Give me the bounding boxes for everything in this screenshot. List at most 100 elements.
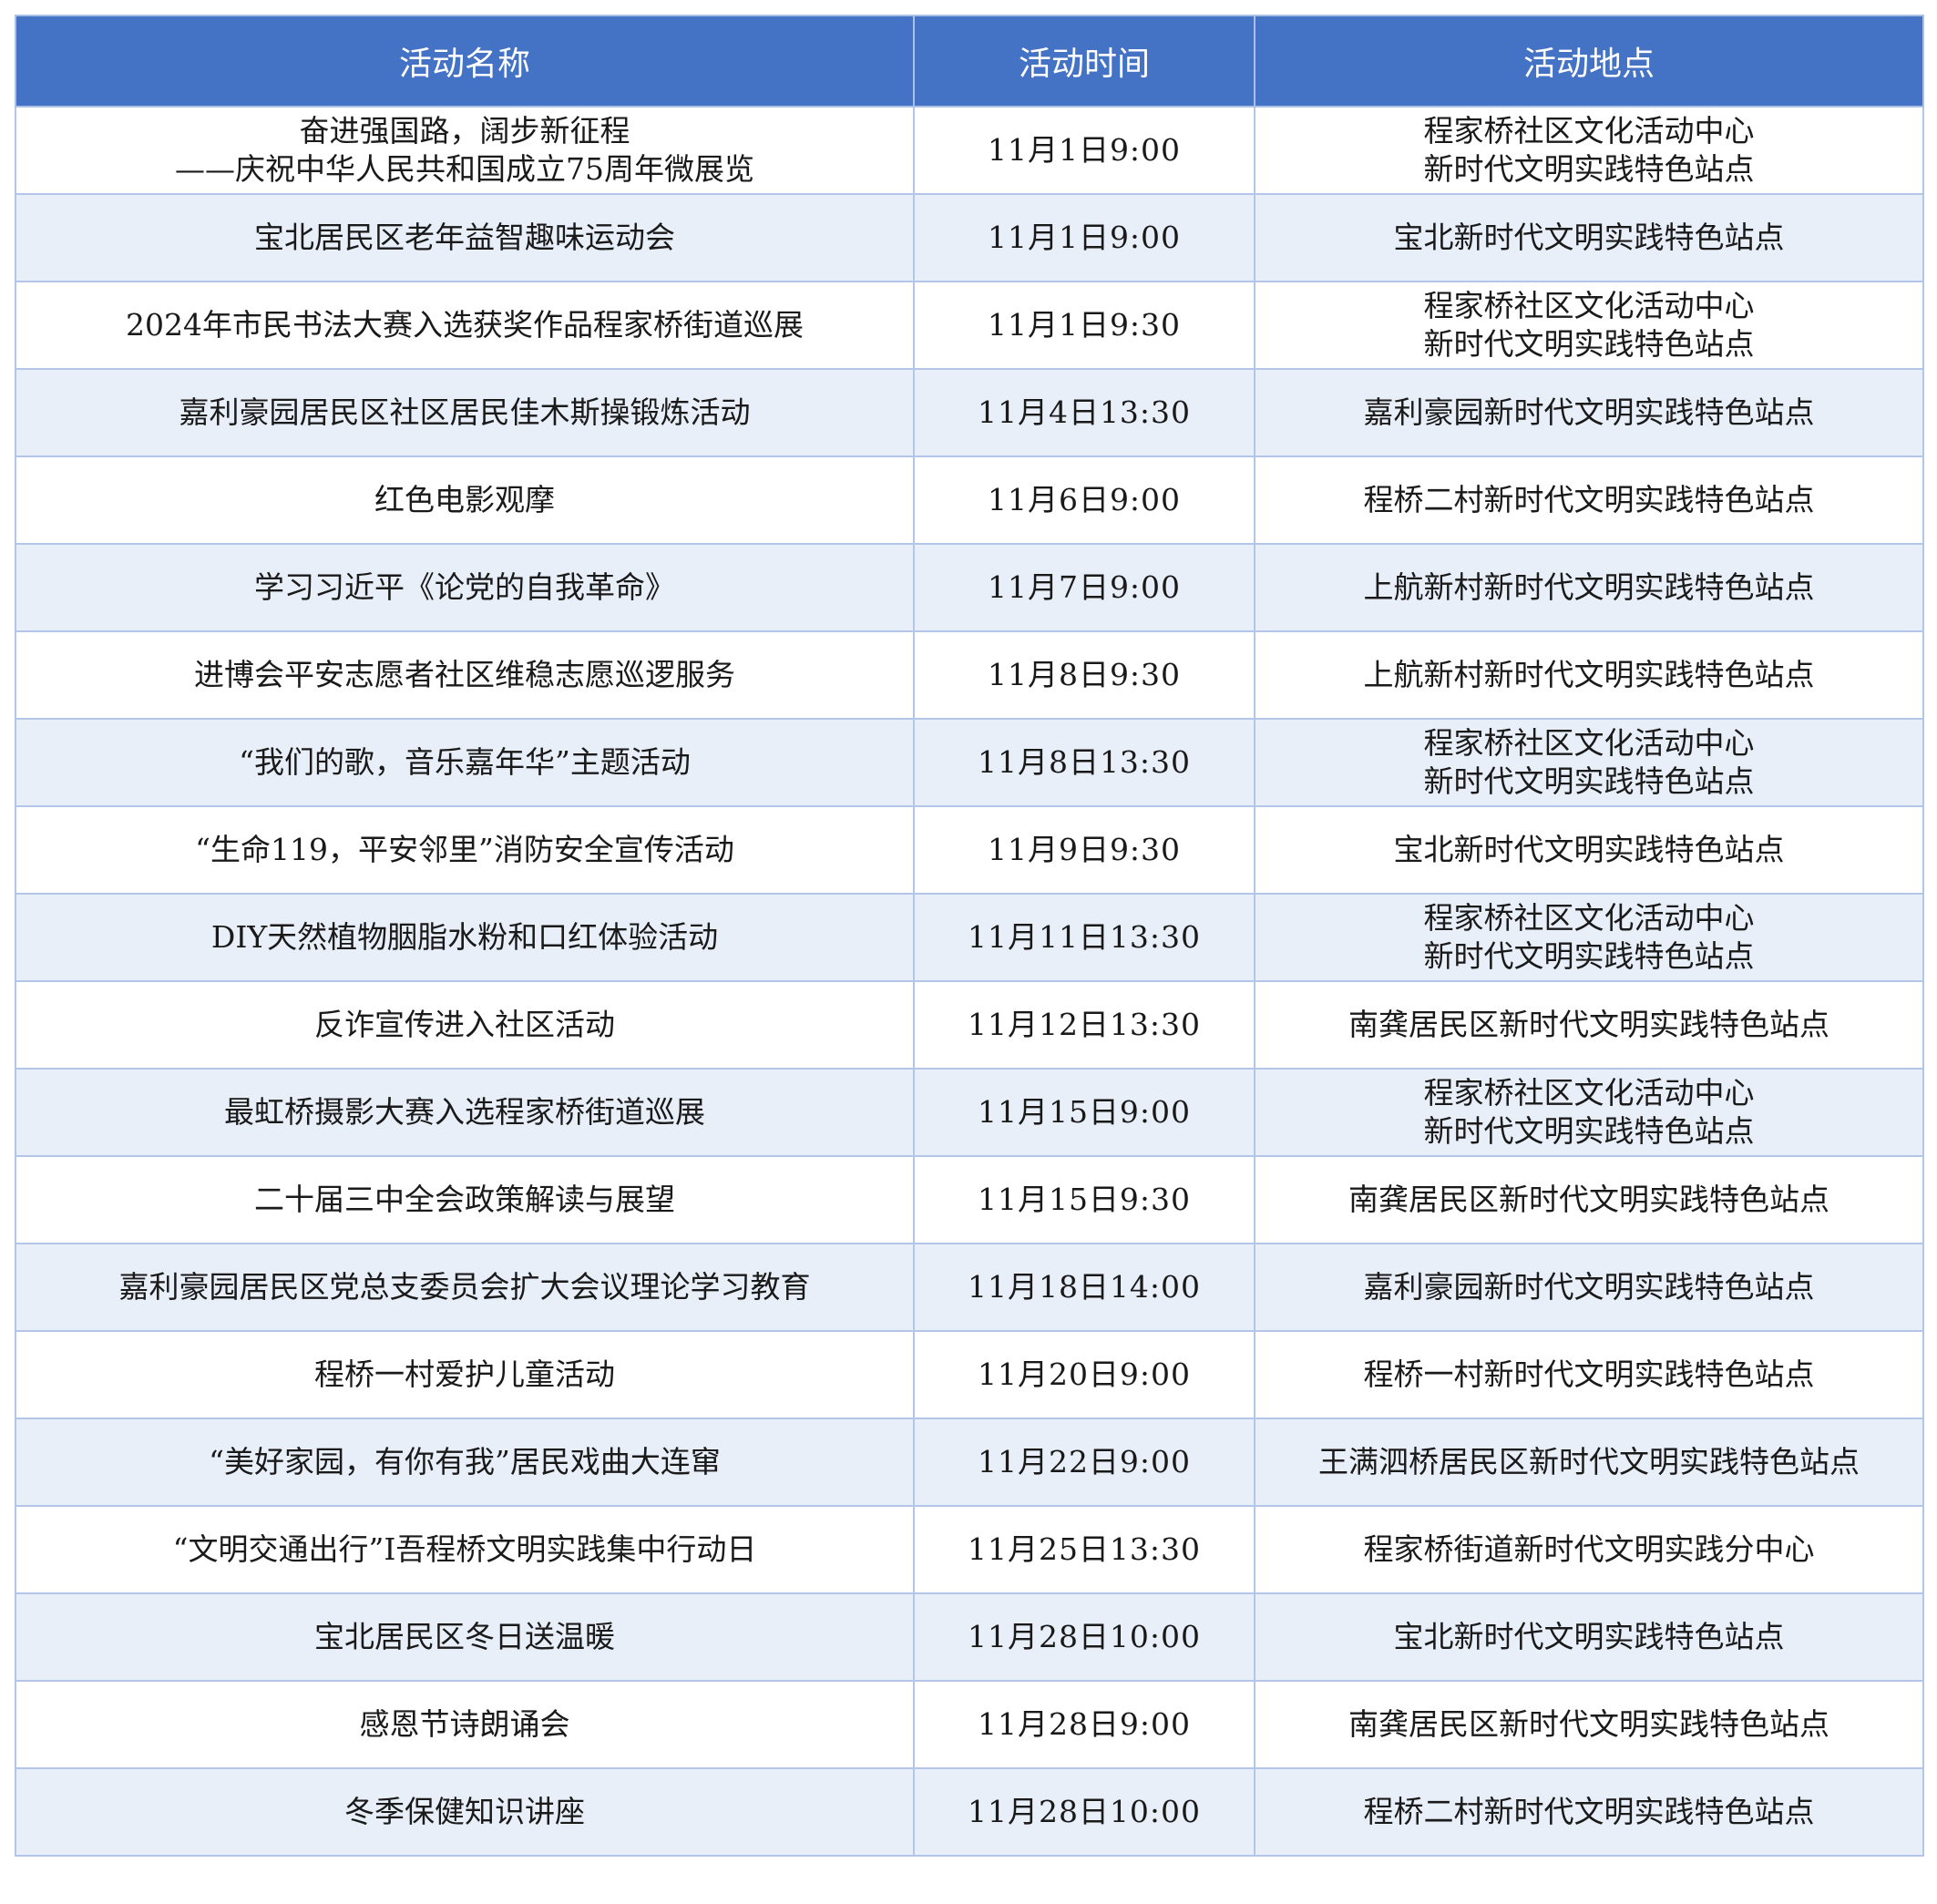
- activity-time-cell: 11月8日9:30: [913, 630, 1255, 720]
- table-row: 冬季保健知识讲座 11月28日10:00 程桥二村新时代文明实践特色站点: [15, 1767, 1924, 1857]
- activity-time-cell-text: 11月6日9:00: [987, 482, 1182, 517]
- activity-place-cell: 程桥二村新时代文明实践特色站点: [1254, 456, 1924, 545]
- activity-name-cell: 程桥一村爱护儿童活动: [15, 1330, 915, 1419]
- activity-name-cell: 红色电影观摩: [15, 456, 915, 545]
- table-body: 奋进强国路，阔步新征程 ——庆祝中华人民共和国成立75周年微展览 11月1日9:0…: [15, 106, 1924, 1857]
- activity-time-cell-text: 11月18日14:00: [967, 1269, 1202, 1305]
- activity-place-cell-text: 程家桥街道新时代文明实践分中心: [1363, 1531, 1815, 1567]
- activity-time-cell-text: 11月1日9:00: [987, 132, 1182, 168]
- activity-time-cell: 11月25日13:30: [913, 1505, 1255, 1594]
- activity-time-cell-text: 11月12日13:30: [967, 1007, 1202, 1042]
- activity-place-cell: 宝北新时代文明实践特色站点: [1254, 193, 1924, 282]
- activity-place-cell: 嘉利豪园新时代文明实践特色站点: [1254, 1243, 1924, 1332]
- activity-name-cell: 感恩节诗朗诵会: [15, 1680, 915, 1769]
- table-header: 活动名称 活动时间 活动地点: [15, 15, 1924, 107]
- table-row: “我们的歌，音乐嘉年华”主题活动 11月8日13:30 程家桥社区文化活动中心 新时…: [15, 718, 1924, 807]
- activity-name-cell: 2024年市民书法大赛入选获奖作品程家桥街道巡展: [15, 281, 915, 370]
- activity-place-cell-text: 南龚居民区新时代文明实践特色站点: [1348, 1706, 1829, 1742]
- table-row: 红色电影观摩 11月6日9:00 程桥二村新时代文明实践特色站点: [15, 456, 1924, 545]
- header-activity-place: 活动地点: [1254, 15, 1924, 107]
- activity-name-cell-text: 奋进强国路，阔步新征程 ——庆祝中华人民共和国成立75周年微展览: [175, 113, 754, 187]
- activity-name-cell: 学习习近平《论党的自我革命》: [15, 543, 915, 632]
- activity-place-cell: 程家桥社区文化活动中心 新时代文明实践特色站点: [1254, 1068, 1924, 1157]
- table-row: 反诈宣传进入社区活动 11月12日13:30 南龚居民区新时代文明实践特色站点: [15, 980, 1924, 1070]
- activity-place-cell-text: 上航新村新时代文明实践特色站点: [1363, 569, 1815, 605]
- activity-name-cell-text: 2024年市民书法大赛入选获奖作品程家桥街道巡展: [126, 307, 804, 343]
- activity-place-cell-text: 嘉利豪园新时代文明实践特色站点: [1363, 1269, 1815, 1305]
- activity-name-cell-text: 嘉利豪园居民区党总支委员会扩大会议理论学习教育: [118, 1269, 811, 1305]
- activity-time-cell: 11月7日9:00: [913, 543, 1255, 632]
- table-row: 学习习近平《论党的自我革命》 11月7日9:00 上航新村新时代文明实践特色站点: [15, 543, 1924, 632]
- activity-time-cell-text: 11月28日9:00: [977, 1706, 1192, 1742]
- table-row: 进博会平安志愿者社区维稳志愿巡逻服务 11月8日9:30 上航新村新时代文明实践特色…: [15, 630, 1924, 720]
- activity-name-cell: 宝北居民区老年益智趣味运动会: [15, 193, 915, 282]
- activity-time-cell-text: 11月4日13:30: [977, 394, 1192, 430]
- activity-time-cell-text: 11月1日9:30: [987, 307, 1182, 343]
- activity-name-cell: 宝北居民区冬日送温暖: [15, 1592, 915, 1682]
- activity-name-cell: “我们的歌，音乐嘉年华”主题活动: [15, 718, 915, 807]
- activity-name-cell-text: 二十届三中全会政策解读与展望: [254, 1182, 675, 1217]
- activity-place-cell: 程家桥街道新时代文明实践分中心: [1254, 1505, 1924, 1594]
- activity-time-cell-text: 11月28日10:00: [967, 1794, 1202, 1829]
- activity-time-cell: 11月1日9:30: [913, 281, 1255, 370]
- activity-place-cell-text: 王满泗桥居民区新时代文明实践特色站点: [1318, 1444, 1860, 1479]
- activity-place-cell: 宝北新时代文明实践特色站点: [1254, 805, 1924, 895]
- activity-time-cell: 11月28日10:00: [913, 1767, 1255, 1857]
- activity-place-cell: 南龚居民区新时代文明实践特色站点: [1254, 1155, 1924, 1244]
- activity-time-cell: 11月12日13:30: [913, 980, 1255, 1070]
- activity-name-cell-text: “生命119，平安邻里”消防安全宣传活动: [195, 832, 734, 867]
- header-activity-time: 活动时间: [913, 15, 1255, 107]
- table-row: 嘉利豪园居民区党总支委员会扩大会议理论学习教育 11月18日14:00 嘉利豪园新时…: [15, 1243, 1924, 1332]
- activity-time-cell-text: 11月15日9:30: [977, 1182, 1192, 1217]
- activity-name-cell-text: DIY天然植物胭脂水粉和口红体验活动: [210, 919, 719, 955]
- activity-name-cell: 嘉利豪园居民区党总支委员会扩大会议理论学习教育: [15, 1243, 915, 1332]
- table-row: “美好家园，有你有我”居民戏曲大连窜 11月22日9:00 王满泗桥居民区新时代文明…: [15, 1418, 1924, 1507]
- activity-place-cell: 南龚居民区新时代文明实践特色站点: [1254, 1680, 1924, 1769]
- table-row: “文明交通出行”I吾程桥文明实践集中行动日 11月25日13:30 程家桥街道新时代…: [15, 1505, 1924, 1594]
- activity-place-cell-text: 嘉利豪园新时代文明实践特色站点: [1363, 394, 1815, 430]
- activity-name-cell-text: 感恩节诗朗诵会: [359, 1706, 570, 1742]
- activity-name-cell-text: 最虹桥摄影大赛入选程家桥街道巡展: [224, 1094, 705, 1130]
- activity-place-cell-text: 上航新村新时代文明实践特色站点: [1363, 657, 1815, 692]
- activity-name-cell: “文明交通出行”I吾程桥文明实践集中行动日: [15, 1505, 915, 1594]
- activity-place-cell-text: 宝北新时代文明实践特色站点: [1393, 832, 1785, 867]
- activity-name-cell: 最虹桥摄影大赛入选程家桥街道巡展: [15, 1068, 915, 1157]
- table-row: 二十届三中全会政策解读与展望 11月15日9:30 南龚居民区新时代文明实践特色站点: [15, 1155, 1924, 1244]
- table-row: 感恩节诗朗诵会 11月28日9:00 南龚居民区新时代文明实践特色站点: [15, 1680, 1924, 1769]
- activity-time-cell: 11月1日9:00: [913, 193, 1255, 282]
- activity-place-cell-text: 程家桥社区文化活动中心 新时代文明实践特色站点: [1423, 288, 1755, 362]
- activity-place-cell: 程家桥社区文化活动中心 新时代文明实践特色站点: [1254, 281, 1924, 370]
- activity-place-cell: 宝北新时代文明实践特色站点: [1254, 1592, 1924, 1682]
- table-row: DIY天然植物胭脂水粉和口红体验活动 11月11日13:30 程家桥社区文化活动中心…: [15, 893, 1924, 982]
- activity-name-cell: 反诈宣传进入社区活动: [15, 980, 915, 1070]
- activity-time-cell-text: 11月28日10:00: [967, 1619, 1202, 1654]
- header-activity-name: 活动名称: [15, 15, 915, 107]
- activity-name-cell: 冬季保健知识讲座: [15, 1767, 915, 1857]
- header-row: 活动名称 活动时间 活动地点: [15, 15, 1924, 107]
- activity-place-cell-text: 宝北新时代文明实践特色站点: [1393, 1619, 1785, 1654]
- activity-place-cell: 王满泗桥居民区新时代文明实践特色站点: [1254, 1418, 1924, 1507]
- activity-time-cell: 11月4日13:30: [913, 368, 1255, 457]
- table-row: 程桥一村爱护儿童活动 11月20日9:00 程桥一村新时代文明实践特色站点: [15, 1330, 1924, 1419]
- activity-time-cell: 11月8日13:30: [913, 718, 1255, 807]
- activity-time-cell: 11月22日9:00: [913, 1418, 1255, 1507]
- activity-name-cell: “美好家园，有你有我”居民戏曲大连窜: [15, 1418, 915, 1507]
- activity-name-cell: 奋进强国路，阔步新征程 ——庆祝中华人民共和国成立75周年微展览: [15, 106, 915, 195]
- table-row: 最虹桥摄影大赛入选程家桥街道巡展 11月15日9:00 程家桥社区文化活动中心 新时…: [15, 1068, 1924, 1157]
- activity-time-cell: 11月6日9:00: [913, 456, 1255, 545]
- activity-time-cell-text: 11月7日9:00: [987, 569, 1182, 605]
- activity-time-cell-text: 11月1日9:00: [987, 220, 1182, 255]
- activity-time-cell: 11月28日10:00: [913, 1592, 1255, 1682]
- activity-time-cell: 11月15日9:00: [913, 1068, 1255, 1157]
- activity-name-cell-text: 嘉利豪园居民区社区居民佳木斯操锻炼活动: [179, 394, 751, 430]
- activity-place-cell: 程桥二村新时代文明实践特色站点: [1254, 1767, 1924, 1857]
- activity-place-cell-text: 程桥二村新时代文明实践特色站点: [1363, 1794, 1815, 1829]
- table-row: 嘉利豪园居民区社区居民佳木斯操锻炼活动 11月4日13:30 嘉利豪园新时代文明实践…: [15, 368, 1924, 457]
- activity-name-cell-text: “我们的歌，音乐嘉年华”主题活动: [239, 744, 691, 780]
- activity-place-cell: 程家桥社区文化活动中心 新时代文明实践特色站点: [1254, 718, 1924, 807]
- activity-name-cell: “生命119，平安邻里”消防安全宣传活动: [15, 805, 915, 895]
- activity-place-cell-text: 南龚居民区新时代文明实践特色站点: [1348, 1007, 1829, 1042]
- activity-name-cell-text: 程桥一村爱护儿童活动: [314, 1356, 615, 1392]
- activity-time-cell: 11月18日14:00: [913, 1243, 1255, 1332]
- activity-place-cell-text: 程家桥社区文化活动中心 新时代文明实践特色站点: [1423, 1075, 1755, 1149]
